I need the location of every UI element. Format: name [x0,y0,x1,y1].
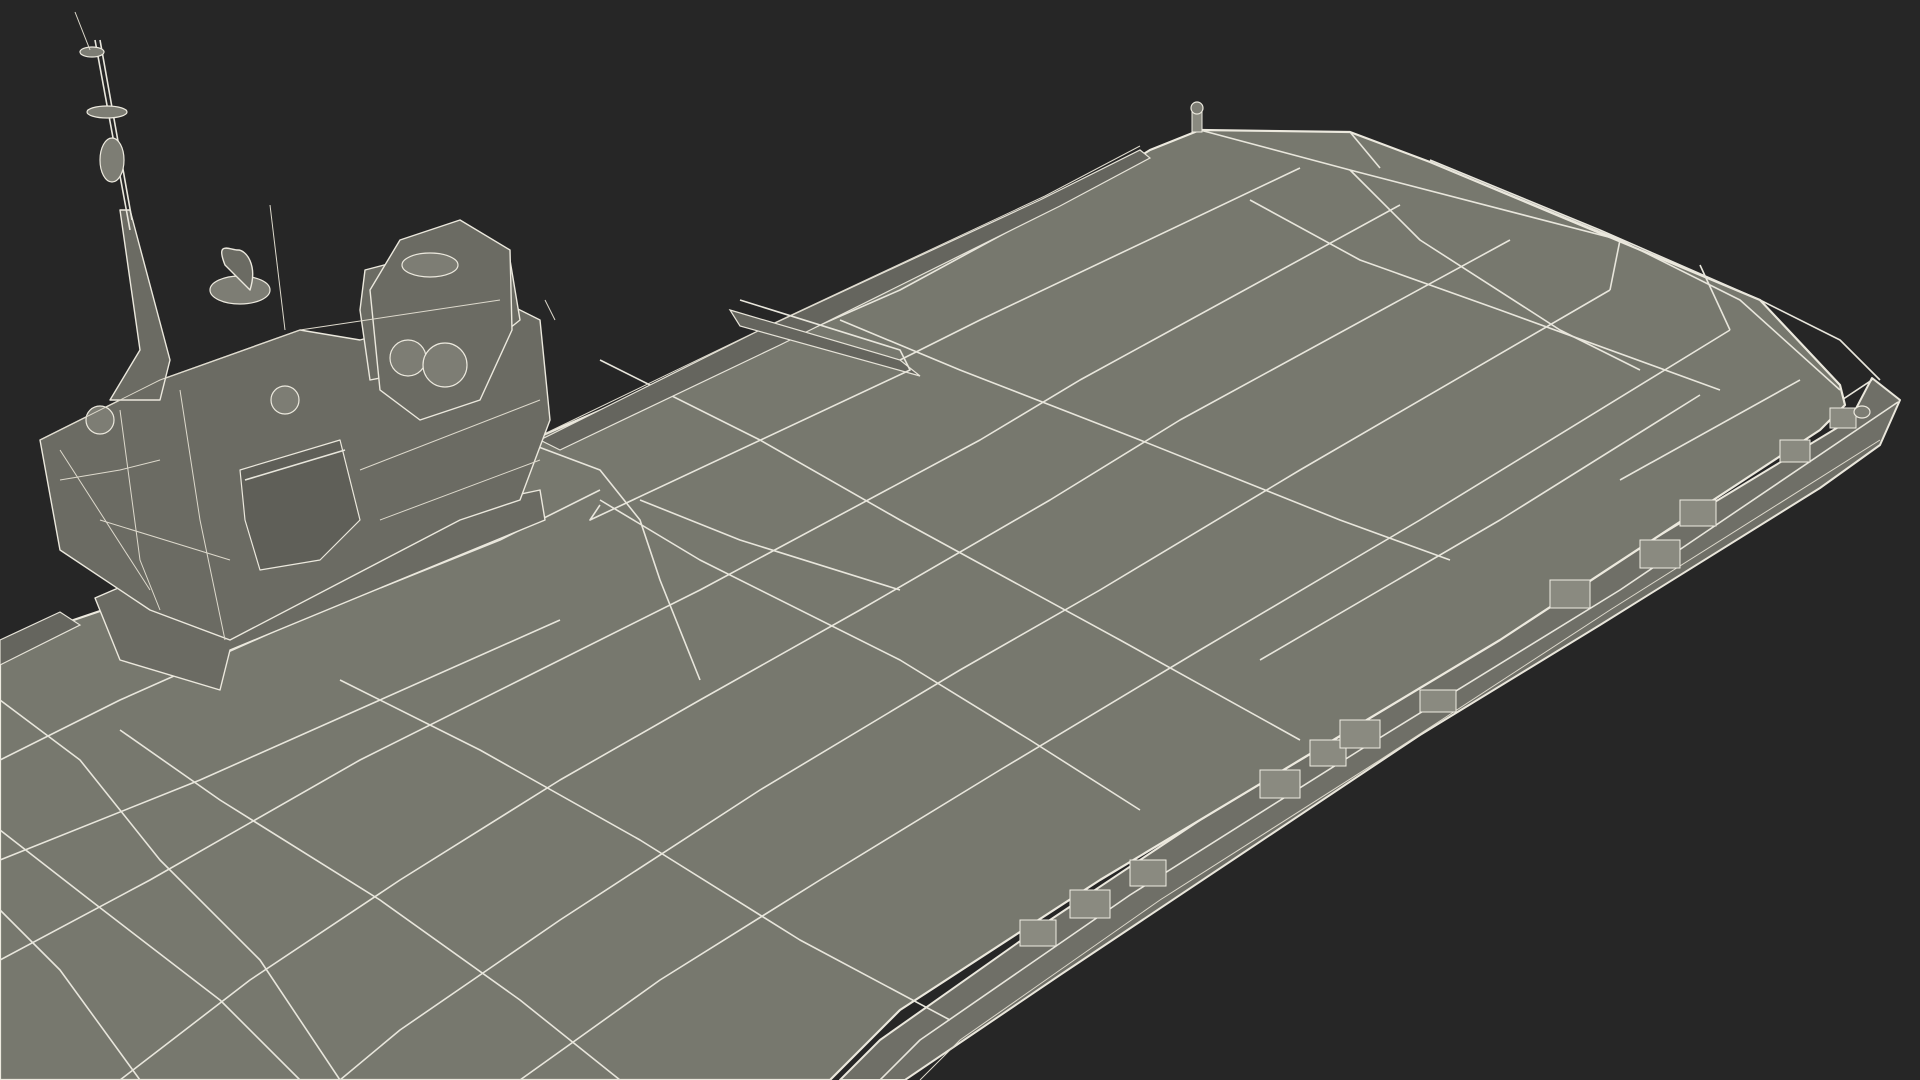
radar-dome-icon [270,385,300,415]
equipment-box [1419,689,1457,713]
radar-dome-icon [389,339,427,377]
stern-fitting [1853,405,1871,419]
mast-platform-icon [86,105,128,119]
equipment-box [1679,499,1717,527]
mast-top-icon [79,46,105,58]
radar-dome-icon [422,342,468,388]
equipment-box [1779,439,1811,463]
mast-cage-icon [99,137,125,183]
render-viewport [0,0,1920,1080]
equipment-box [1259,769,1301,799]
equipment-box [1069,889,1111,919]
radar-dish-icon [401,252,459,278]
equipment-box [1129,859,1167,887]
equipment-box [1639,539,1681,569]
equipment-box [1829,407,1857,429]
equipment-box [1339,719,1381,749]
equipment-box [1019,919,1057,947]
bow-post-top [1190,101,1204,115]
equipment-box [1549,579,1591,609]
